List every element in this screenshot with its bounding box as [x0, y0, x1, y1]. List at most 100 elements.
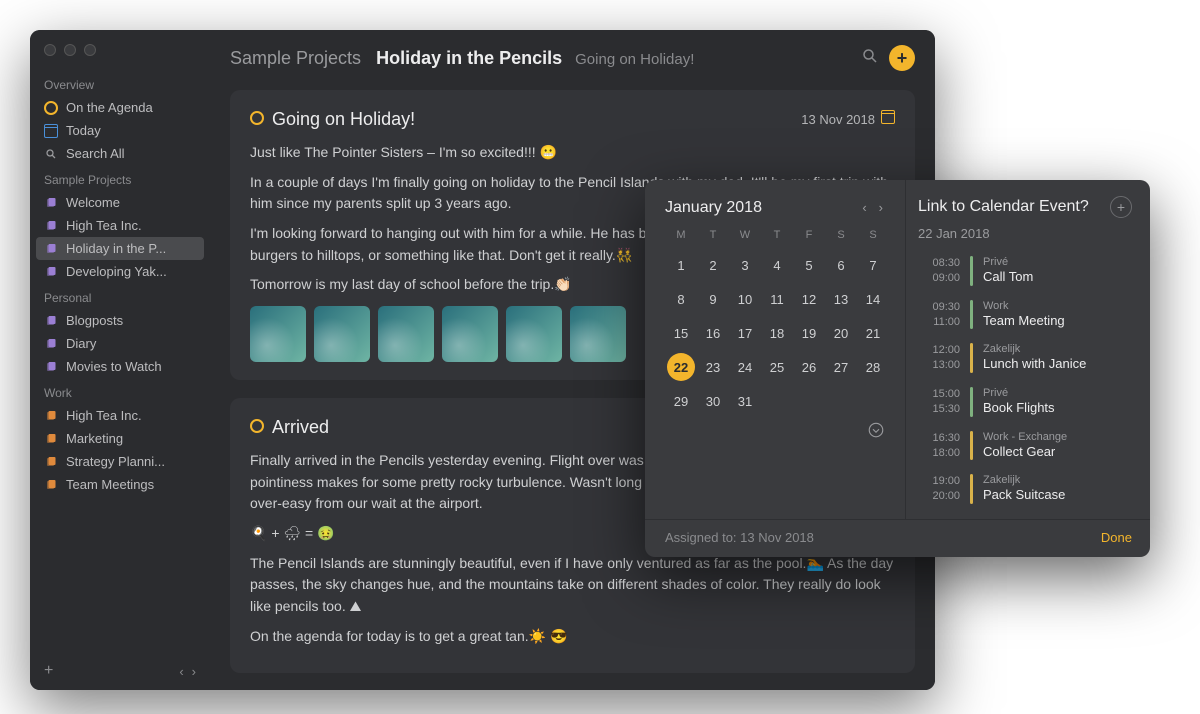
calendar-dow: S [857, 229, 889, 245]
breadcrumb-note[interactable]: Holiday in the Pencils [376, 48, 562, 68]
calendar-day[interactable]: 10 [729, 285, 761, 313]
sidebar-item-label: On the Agenda [66, 100, 153, 115]
calendar-day[interactable]: 15 [665, 319, 697, 347]
calendar-day[interactable]: 17 [729, 319, 761, 347]
image-thumbnail[interactable] [250, 306, 306, 362]
calendar-day[interactable]: 26 [793, 353, 825, 381]
calendar-day[interactable]: 25 [761, 353, 793, 381]
event-item[interactable]: 16:3018:00Work - ExchangeCollect Gear [918, 426, 1132, 470]
image-thumbnail[interactable] [506, 306, 562, 362]
image-thumbnail[interactable] [378, 306, 434, 362]
sidebar-project-item[interactable]: Marketing [30, 427, 210, 450]
image-thumbnail[interactable] [442, 306, 498, 362]
event-name: Book Flights [983, 400, 1055, 415]
calendar-day[interactable]: 22 [667, 353, 695, 381]
calendar-day[interactable]: 9 [697, 285, 729, 313]
event-times: 19:0020:00 [918, 474, 960, 504]
calendar-day[interactable]: 2 [697, 251, 729, 279]
window-controls[interactable] [44, 44, 96, 56]
agenda-indicator-icon [250, 414, 264, 442]
calendar-next-icon[interactable]: › [873, 196, 889, 219]
event-item[interactable]: 09:3011:00WorkTeam Meeting [918, 295, 1132, 339]
event-color-bar [970, 256, 973, 286]
event-name: Collect Gear [983, 444, 1067, 459]
image-thumbnail[interactable] [314, 306, 370, 362]
project-icon [44, 314, 58, 328]
calendar-prev-icon[interactable]: ‹ [856, 196, 872, 219]
calendar-day[interactable]: 11 [761, 285, 793, 313]
agenda-icon [44, 101, 58, 115]
project-icon [44, 478, 58, 492]
sidebar-project-item[interactable]: Movies to Watch [30, 355, 210, 378]
sidebar-project-item[interactable]: Blogposts [30, 309, 210, 332]
calendar-day[interactable]: 24 [729, 353, 761, 381]
sidebar-project-item[interactable]: Team Meetings [30, 473, 210, 496]
event-item[interactable]: 15:0015:30PrivéBook Flights [918, 382, 1132, 426]
sidebar-project-item[interactable]: Strategy Planni... [30, 450, 210, 473]
add-note-button[interactable]: + [889, 45, 915, 71]
search-all-icon [44, 147, 58, 161]
done-button[interactable]: Done [1101, 530, 1132, 545]
zoom-icon[interactable] [84, 44, 96, 56]
sidebar-project-item[interactable]: Developing Yak... [30, 260, 210, 283]
calendar-day[interactable]: 8 [665, 285, 697, 313]
event-color-bar [970, 343, 973, 373]
sidebar-item-label: Today [66, 123, 101, 138]
sidebar-project-item[interactable]: High Tea Inc. [30, 404, 210, 427]
sidebar-overview-item[interactable]: Today [30, 119, 210, 142]
calendar-day[interactable]: 5 [793, 251, 825, 279]
calendar-expand-icon[interactable] [665, 415, 889, 444]
calendar-day[interactable]: 18 [761, 319, 793, 347]
calendar-day[interactable]: 4 [761, 251, 793, 279]
sidebar-overview-item[interactable]: Search All [30, 142, 210, 165]
event-category: Zakelijk [983, 343, 1086, 355]
project-icon [44, 409, 58, 423]
sidebar: Overview On the AgendaTodaySearch All Sa… [30, 30, 210, 690]
sidebar-project-item[interactable]: Welcome [30, 191, 210, 214]
search-icon[interactable] [861, 47, 879, 70]
sidebar-project-item[interactable]: Diary [30, 332, 210, 355]
calendar-day[interactable]: 23 [697, 353, 729, 381]
events-date: 22 Jan 2018 [918, 226, 1132, 241]
calendar-day[interactable]: 1 [665, 251, 697, 279]
calendar-day[interactable]: 30 [697, 387, 729, 415]
event-category: Work [983, 300, 1065, 312]
sidebar-project-item[interactable]: High Tea Inc. [30, 214, 210, 237]
event-item[interactable]: 19:0020:00ZakelijkPack Suitcase [918, 469, 1132, 513]
calendar-day[interactable]: 19 [793, 319, 825, 347]
breadcrumb: Sample Projects Holiday in the Pencils G… [230, 48, 694, 69]
event-item[interactable]: 08:3009:00PrivéCall Tom [918, 251, 1132, 295]
event-times: 08:3009:00 [918, 256, 960, 286]
nav-back-icon[interactable]: ‹ [179, 664, 183, 679]
sidebar-item-label: High Tea Inc. [66, 408, 142, 423]
calendar-day[interactable]: 7 [857, 251, 889, 279]
calendar-day[interactable]: 27 [825, 353, 857, 381]
project-icon [44, 455, 58, 469]
sidebar-overview-item[interactable]: On the Agenda [30, 96, 210, 119]
breadcrumb-project[interactable]: Sample Projects [230, 48, 361, 68]
calendar-day[interactable]: 12 [793, 285, 825, 313]
event-item[interactable]: 12:0013:00ZakelijkLunch with Janice [918, 338, 1132, 382]
calendar-day[interactable]: 6 [825, 251, 857, 279]
calendar-popover: January 2018 ‹ › MTWTFSS1234567891011121… [645, 180, 1150, 557]
close-icon[interactable] [44, 44, 56, 56]
calendar-day[interactable]: 28 [857, 353, 889, 381]
calendar-day[interactable]: 16 [697, 319, 729, 347]
calendar-day[interactable]: 3 [729, 251, 761, 279]
calendar-day[interactable]: 31 [729, 387, 761, 415]
calendar-day[interactable]: 14 [857, 285, 889, 313]
calendar-day[interactable]: 21 [857, 319, 889, 347]
image-thumbnail[interactable] [570, 306, 626, 362]
calendar-day[interactable]: 13 [825, 285, 857, 313]
note-date[interactable]: 13 Nov 2018 [801, 110, 895, 130]
nav-forward-icon[interactable]: › [192, 664, 196, 679]
add-event-button[interactable]: + [1110, 196, 1132, 218]
minimize-icon[interactable] [64, 44, 76, 56]
sidebar-project-item[interactable]: Holiday in the P... [36, 237, 204, 260]
add-project-icon[interactable]: + [44, 662, 53, 680]
calendar-day[interactable]: 20 [825, 319, 857, 347]
event-category: Zakelijk [983, 474, 1065, 486]
calendar-day[interactable]: 29 [665, 387, 697, 415]
event-color-bar [970, 387, 973, 417]
calendar-icon[interactable] [881, 110, 895, 130]
